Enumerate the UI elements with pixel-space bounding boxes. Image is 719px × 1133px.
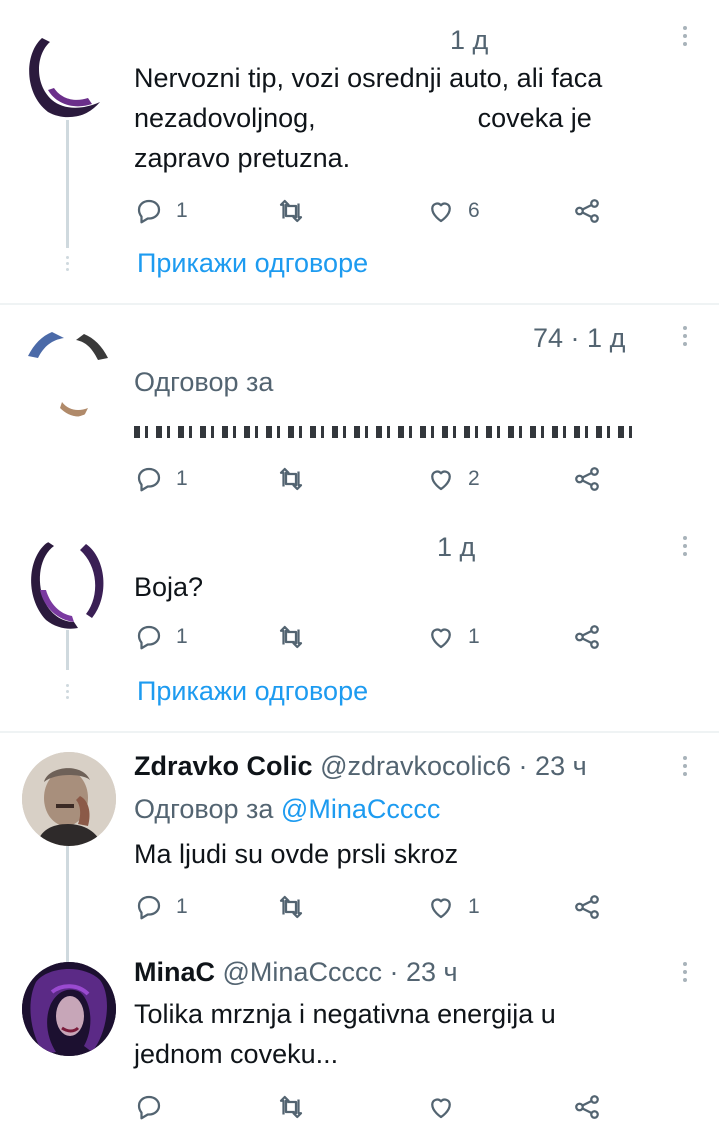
like-icon <box>431 1098 451 1119</box>
avatar[interactable] <box>22 752 116 846</box>
share-button[interactable] <box>572 620 602 654</box>
reply-icon <box>137 625 161 650</box>
retweet-icon <box>279 895 303 919</box>
tweet-time[interactable]: 23 ч <box>535 751 587 781</box>
tweet-text-line: nezadovoljnog, coveka je <box>134 103 592 133</box>
tweet-time[interactable]: 1 д <box>437 532 475 562</box>
divider <box>0 731 719 733</box>
tweet-meta: MinaC @MinaCcccc · 23 ч <box>134 957 458 987</box>
retweet-button[interactable] <box>276 620 318 654</box>
tweet-actions: 1 1 <box>134 890 614 924</box>
retweet-button[interactable] <box>276 194 318 228</box>
reply-button[interactable]: 1 <box>134 890 188 924</box>
share-icon <box>575 625 599 649</box>
tweet-time[interactable]: 23 ч <box>406 957 458 987</box>
tweet-meta: Zdravko Colic @zdravkocolic6 · 23 ч <box>134 751 587 781</box>
retweet-button[interactable] <box>276 462 318 496</box>
avatar[interactable] <box>22 962 116 1056</box>
tweet-meta: 1 д <box>437 531 475 563</box>
tweet-text: Boja? <box>134 572 204 602</box>
more-icon[interactable] <box>680 962 690 986</box>
tweet-text-line: Tolika mrznja i negativna energija u <box>134 999 556 1029</box>
like-button[interactable]: 1 <box>426 890 480 924</box>
like-button[interactable]: 1 <box>426 620 480 654</box>
reply-button[interactable]: 1 <box>134 462 188 496</box>
tweet-time[interactable]: 1 д <box>587 323 625 353</box>
avatar[interactable] <box>22 30 110 118</box>
more-icon[interactable] <box>680 326 690 350</box>
share-button[interactable] <box>572 462 602 496</box>
share-button[interactable] <box>572 194 602 228</box>
replying-to: Одговор за @MinaCcccc <box>134 794 441 824</box>
avatar[interactable] <box>22 328 112 418</box>
share-icon <box>575 895 599 919</box>
reply-to-handle[interactable]: @MinaCcccc <box>281 794 440 824</box>
share-button[interactable] <box>572 1090 602 1124</box>
like-icon <box>431 470 451 491</box>
replying-to: Одговор за <box>134 367 274 397</box>
thread-line <box>66 826 69 962</box>
avatar[interactable] <box>22 538 112 630</box>
user-name[interactable]: MinaC <box>134 957 215 987</box>
thread-line <box>66 120 69 248</box>
tweet-actions: 1 6 <box>134 194 614 228</box>
like-button[interactable]: 2 <box>426 462 480 496</box>
retweet-icon <box>279 199 303 223</box>
divider <box>0 303 719 305</box>
more-icon[interactable] <box>680 536 690 560</box>
thread-line <box>66 630 69 670</box>
tweet-text-line: Nervozni tip, vozi osrednji auto, ali fa… <box>134 63 603 93</box>
tweet-text: Ma ljudi su ovde prsli skroz <box>134 839 459 869</box>
user-handle[interactable]: @MinaCcccc <box>223 957 382 987</box>
share-button[interactable] <box>572 890 602 924</box>
more-icon[interactable] <box>680 756 690 780</box>
tweet-actions: 1 1 <box>134 620 614 654</box>
cropped-text-line <box>134 426 639 438</box>
share-icon <box>575 199 599 223</box>
thread-dots <box>64 256 70 274</box>
tweet-text-line: jednom coveku... <box>134 1039 339 1069</box>
retweet-button[interactable] <box>276 1090 318 1124</box>
show-replies-link[interactable]: Прикажи одговоре <box>137 676 368 707</box>
like-icon <box>431 628 451 649</box>
tweet-meta: 1 д <box>450 24 488 56</box>
tweet-text: Tolika mrznja i negativna energija u jed… <box>134 994 694 1074</box>
retweet-button[interactable] <box>276 890 318 924</box>
like-button[interactable]: 6 <box>426 194 480 228</box>
tweet-actions <box>134 1090 614 1124</box>
reply-icon <box>137 467 161 492</box>
more-icon[interactable] <box>680 26 690 50</box>
like-button[interactable] <box>426 1090 468 1124</box>
retweet-icon <box>279 467 303 491</box>
share-icon <box>575 1095 599 1119</box>
user-name[interactable]: Zdravko Colic <box>134 751 313 781</box>
reply-button[interactable] <box>134 1090 176 1124</box>
user-handle-fragment[interactable]: 74 <box>533 323 563 353</box>
tweet-meta: 74 · 1 д <box>533 323 626 353</box>
tweet-actions: 1 2 <box>134 462 614 496</box>
reply-button[interactable]: 1 <box>134 620 188 654</box>
user-handle[interactable]: @zdravkocolic6 <box>320 751 511 781</box>
reply-button[interactable]: 1 <box>134 194 188 228</box>
show-replies-link[interactable]: Прикажи одговоре <box>137 248 368 279</box>
like-icon <box>431 898 451 919</box>
tweet-text-line: zapravo pretuzna. <box>134 143 351 173</box>
reply-icon <box>137 895 161 920</box>
like-icon <box>431 202 451 223</box>
reply-icon <box>137 1095 161 1120</box>
share-icon <box>575 467 599 491</box>
reply-icon <box>137 199 161 224</box>
tweet-text: Nervozni tip, vozi osrednji auto, ali fa… <box>134 58 694 178</box>
retweet-icon <box>279 1095 303 1119</box>
thread-dots <box>64 684 70 702</box>
tweet-time[interactable]: 1 д <box>450 25 488 55</box>
retweet-icon <box>279 625 303 649</box>
